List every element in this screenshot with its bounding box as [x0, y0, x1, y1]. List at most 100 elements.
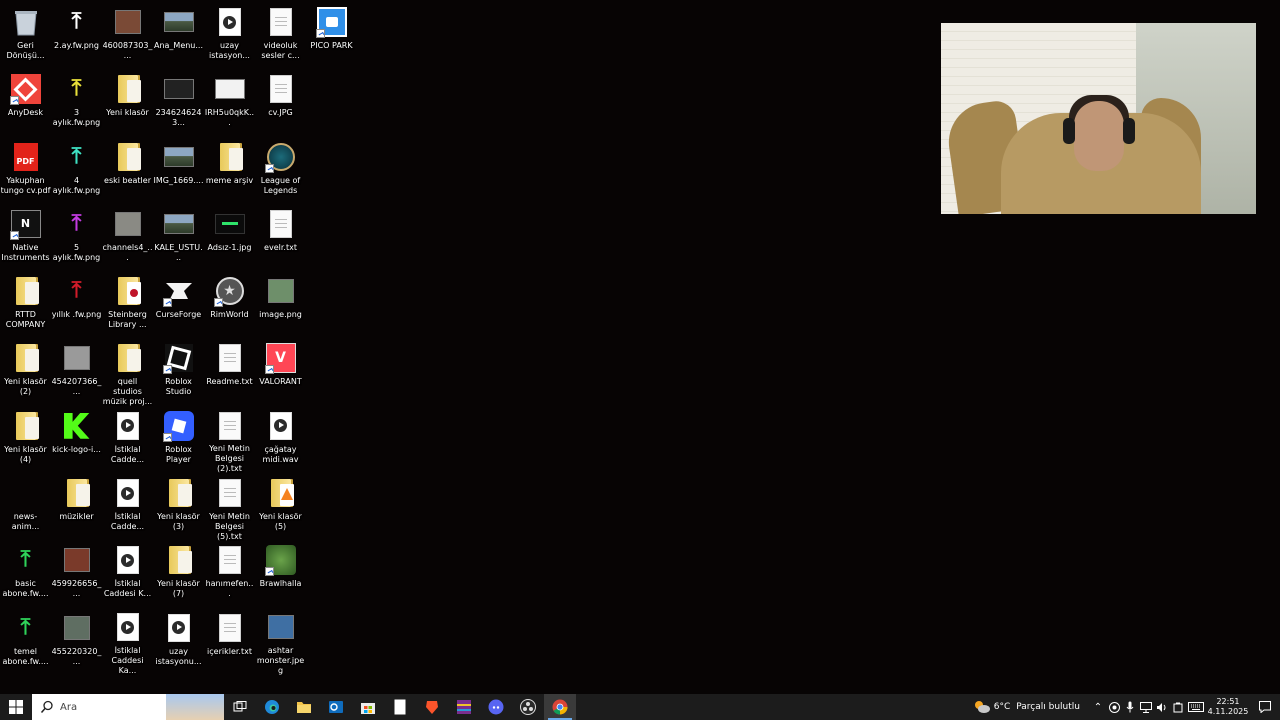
- photo-icon: [61, 544, 93, 576]
- store-icon: [361, 703, 375, 714]
- desktop-icon[interactable]: meme arşiv: [204, 139, 255, 205]
- desktop-icon[interactable]: 459926656_...: [51, 542, 102, 608]
- file-explorer-button[interactable]: [288, 694, 320, 720]
- desktop-icon[interactable]: İstiklal Caddesi Ka...: [102, 610, 153, 676]
- desktop-icon[interactable]: channels4_...: [102, 206, 153, 272]
- microphone-icon[interactable]: [1122, 694, 1138, 720]
- desktop-icon[interactable]: Steinberg Library ...: [102, 273, 153, 339]
- desktop-icon[interactable]: 455220320_...: [51, 610, 102, 676]
- speaker-icon[interactable]: [1154, 694, 1170, 720]
- desktop-icon[interactable]: uzay istasyon...: [204, 4, 255, 70]
- desktop-icon[interactable]: quell studios müzik proj...: [102, 340, 153, 406]
- desktop-icon[interactable]: İstiklal Cadde...: [102, 475, 153, 541]
- desktop-icon[interactable]: Roblox Player: [153, 408, 204, 474]
- desktop-icon[interactable]: Yeni klasör (5): [255, 475, 306, 541]
- desktop-icon[interactable]: kick-logo-i...: [51, 408, 102, 474]
- desktop-icon[interactable]: evelr.txt: [255, 206, 306, 272]
- shortcut-arrow-icon: [264, 163, 274, 173]
- desktop-icon[interactable]: hanımefen...: [204, 542, 255, 608]
- desktop-icon[interactable]: Roblox Studio: [153, 340, 204, 406]
- desktop-icon[interactable]: ⤒ 4 aylık.fw.png: [51, 139, 102, 205]
- desktop-icon[interactable]: IRH5u0qkK...: [204, 71, 255, 137]
- desktop-icon[interactable]: news-anim...: [0, 475, 51, 541]
- desktop-icon[interactable]: ⤒ 2.ay.fw.png: [51, 4, 102, 70]
- desktop-icon[interactable]: Yeni klasör (7): [153, 542, 204, 608]
- desktop-icon[interactable]: ⤒ 3 aylık.fw.png: [51, 71, 102, 137]
- desktop-icon[interactable]: İstiklal Cadde...: [102, 408, 153, 474]
- task-view-button[interactable]: [224, 694, 256, 720]
- desktop-icon[interactable]: Adsız-1.jpg: [204, 206, 255, 272]
- desktop-icon-label: Yeni klasör: [106, 108, 149, 118]
- keyboard-icon[interactable]: [1186, 694, 1206, 720]
- weather-temperature[interactable]: 6°C: [994, 702, 1011, 712]
- desktop-icon[interactable]: Yeni Metin Belgesi (2).txt: [204, 408, 255, 474]
- desktop-icon-label: 2346246243...: [155, 108, 202, 128]
- desktop-icon[interactable]: 2346246243...: [153, 71, 204, 137]
- desktop-icon[interactable]: 460087303_...: [102, 4, 153, 70]
- desktop-icon[interactable]: CurseForge: [153, 273, 204, 339]
- photo-icon: [61, 612, 93, 644]
- battery-saver-icon[interactable]: [1170, 694, 1186, 720]
- desktop-icon[interactable]: müzikler: [51, 475, 102, 541]
- desktop-icon[interactable]: image.png: [255, 273, 306, 339]
- desktop-icon[interactable]: ⤒ temel abone.fw....: [0, 610, 51, 676]
- obs-tray-icon[interactable]: [1106, 694, 1122, 720]
- desktop-icon[interactable]: ⤒ yıllık .fw.png: [51, 273, 102, 339]
- desktop-icon[interactable]: League of Legends: [255, 139, 306, 205]
- desktop-icon[interactable]: KALE_USTU...: [153, 206, 204, 272]
- desktop-icon[interactable]: RTTD COMPANY: [0, 273, 51, 339]
- desktop-icon[interactable]: uzay istasyonu...: [153, 610, 204, 676]
- desktop-icon[interactable]: eski beatler: [102, 139, 153, 205]
- desktop-icon[interactable]: ashtar monster.jpeg: [255, 610, 306, 676]
- search-highlight-image: [166, 694, 224, 720]
- desktop-icon[interactable]: cv.JPG: [255, 71, 306, 137]
- desktop-icon[interactable]: V VALORANT: [255, 340, 306, 406]
- desktop-icon-label: news-anim...: [11, 512, 40, 532]
- desktop-icon[interactable]: ★ RimWorld: [204, 273, 255, 339]
- desktop-icon[interactable]: çağatay midi.wav: [255, 408, 306, 474]
- chrome-button[interactable]: [544, 694, 576, 720]
- desktop-icon[interactable]: IMG_1669....: [153, 139, 204, 205]
- desktop-icon-label: RimWorld: [210, 310, 249, 320]
- start-button[interactable]: [0, 694, 32, 720]
- desktop-icon[interactable]: Ana_Menu...: [153, 4, 204, 70]
- desktop-icon[interactable]: Yeni klasör (2): [0, 340, 51, 406]
- edge-button[interactable]: [256, 694, 288, 720]
- taskbar-search-box[interactable]: Ara: [32, 694, 224, 720]
- notepad-button[interactable]: [384, 694, 416, 720]
- desktop-icon[interactable]: PICO PARK: [306, 4, 357, 70]
- taskbar-clock[interactable]: 22:51 4.11.2025: [1206, 697, 1250, 717]
- winrar-button[interactable]: [448, 694, 480, 720]
- desktop-icon-label: cv.JPG: [268, 108, 293, 118]
- desktop-icon[interactable]: içerikler.txt: [204, 610, 255, 676]
- windows-icon: [9, 700, 23, 714]
- desktop-icon[interactable]: AnyDesk: [0, 71, 51, 137]
- desktop-icon[interactable]: N Native Instruments: [0, 206, 51, 272]
- desktop-icon[interactable]: Readme.txt: [204, 340, 255, 406]
- desktop-icon-label: 460087303_...: [102, 41, 153, 60]
- network-icon[interactable]: [1138, 694, 1154, 720]
- brave-button[interactable]: [416, 694, 448, 720]
- discord-button[interactable]: [480, 694, 512, 720]
- desktop-icon[interactable]: Brawlhalla: [255, 542, 306, 608]
- desktop-icon[interactable]: ⤒ 5 aylık.fw.png: [51, 206, 102, 272]
- desktop-icon[interactable]: 454207366_...: [51, 340, 102, 406]
- desktop-icon[interactable]: PDF Yakuphan tungo cv.pdf: [0, 139, 51, 205]
- store-button[interactable]: [352, 694, 384, 720]
- weather-icon: [972, 694, 992, 720]
- desktop-icon[interactable]: videoluk sesler c...: [255, 4, 306, 70]
- desktop-icon[interactable]: Geri Dönüşü...: [0, 4, 51, 70]
- desktop-icon-label: Yeni Metin Belgesi (2).txt: [209, 444, 250, 474]
- desktop-icon[interactable]: Yeni klasör (3): [153, 475, 204, 541]
- notification-icon[interactable]: [1250, 694, 1280, 720]
- desktop-icon[interactable]: Yeni Metin Belgesi (5).txt: [204, 475, 255, 541]
- desktop-icon[interactable]: İstiklal Caddesi K...: [102, 542, 153, 608]
- desktop-icon[interactable]: Yeni klasör (4): [0, 408, 51, 474]
- shortcut-arrow-icon: [162, 298, 172, 308]
- chevron-up-icon[interactable]: ⌃: [1090, 694, 1106, 720]
- weather-description[interactable]: Parçalı bulutlu: [1016, 702, 1080, 712]
- desktop-icon[interactable]: Yeni klasör: [102, 71, 153, 137]
- obs-button[interactable]: [512, 694, 544, 720]
- desktop-icon[interactable]: ⤒ basic abone.fw....: [0, 542, 51, 608]
- outlook-button[interactable]: [320, 694, 352, 720]
